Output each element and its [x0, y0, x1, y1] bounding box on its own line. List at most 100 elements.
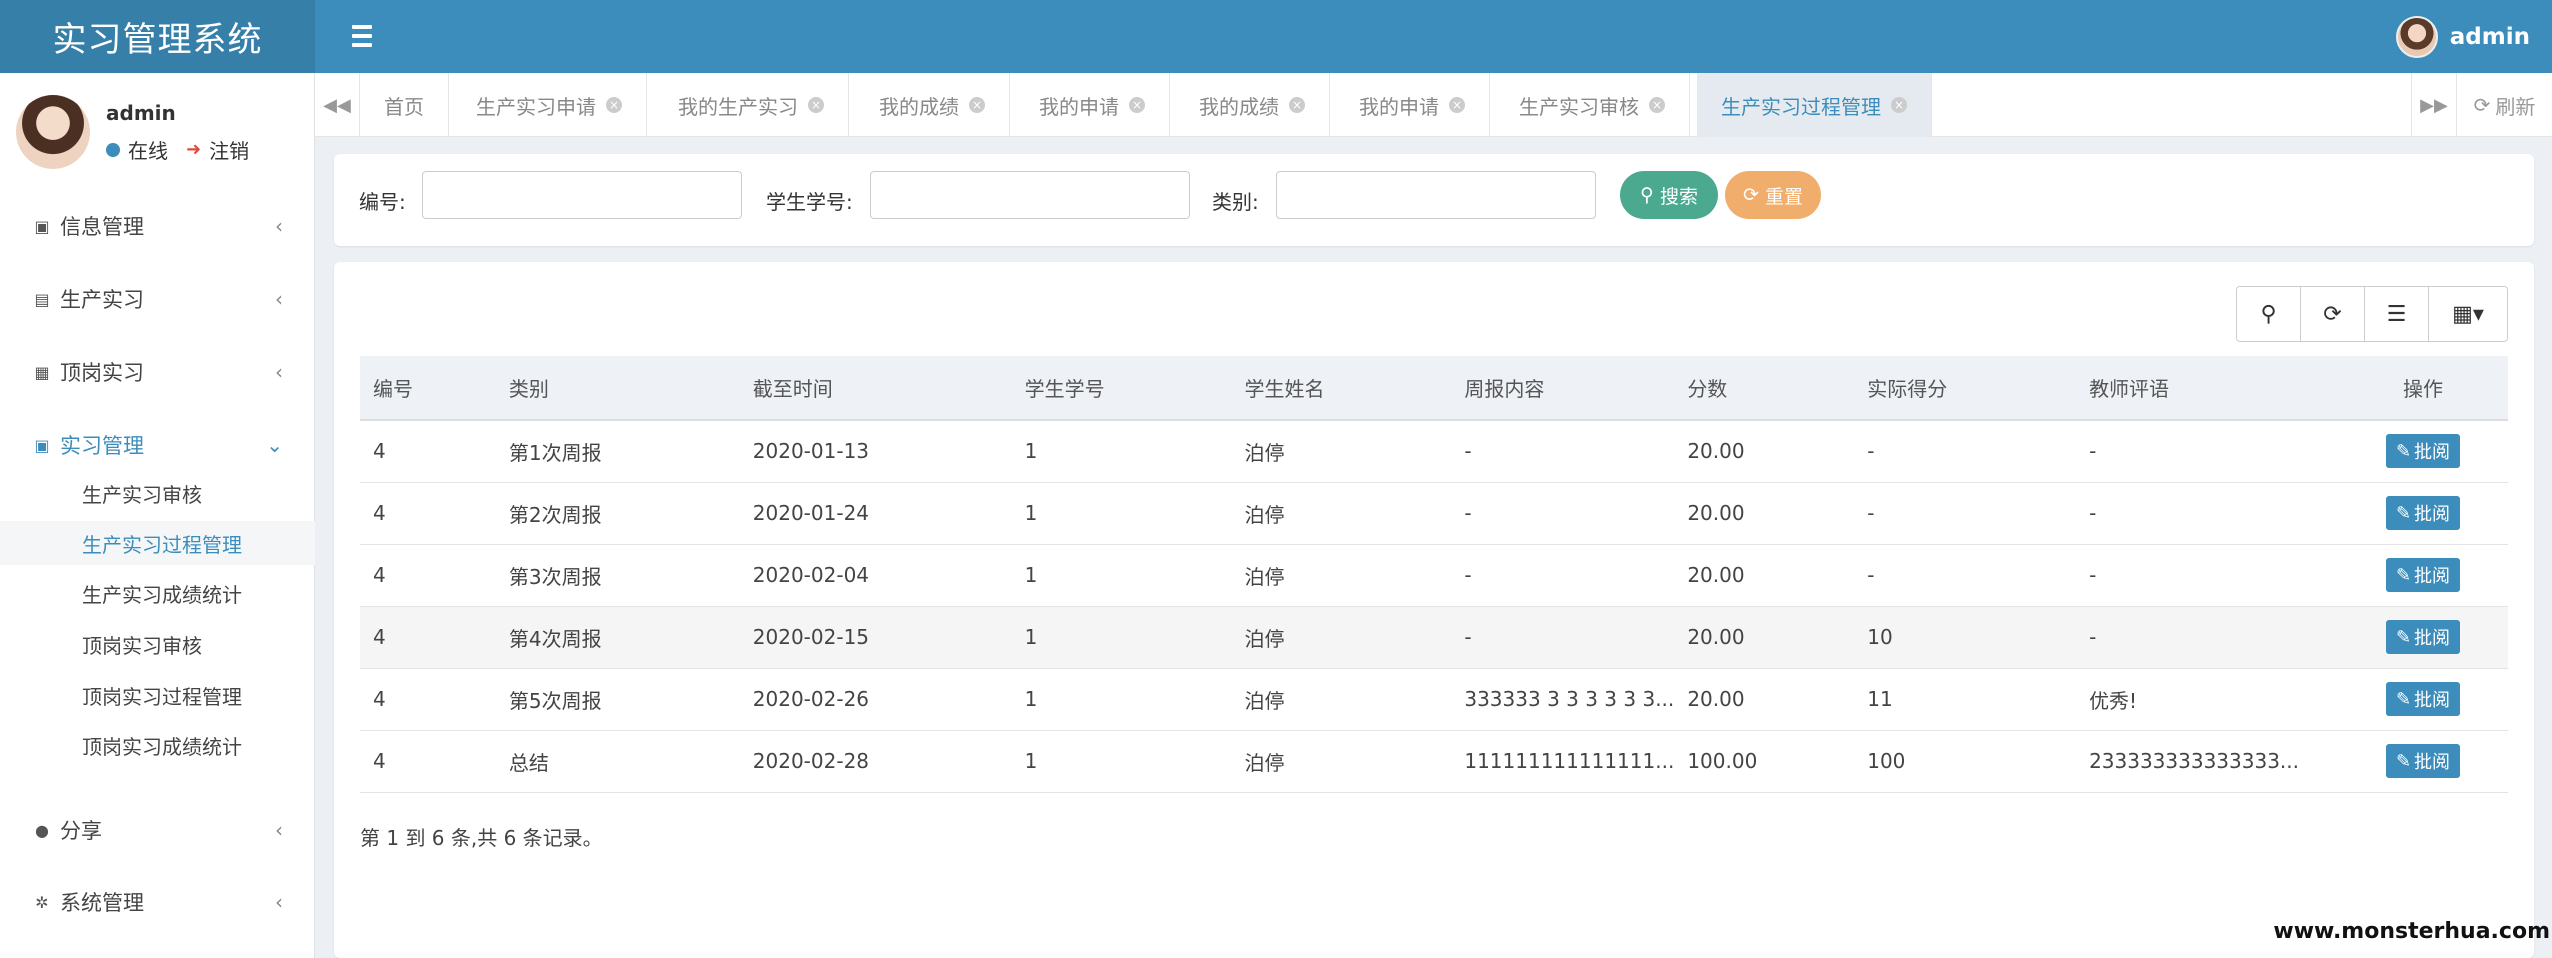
tab-label: 我的生产实习 — [678, 94, 798, 119]
submenu-item-active[interactable]: 生产实习过程管理 — [0, 521, 315, 565]
panel-status: 在线 ➜ 注销 — [106, 135, 249, 164]
table-cell: 第1次周报 — [495, 420, 740, 483]
table-cell: 2020-01-24 — [739, 482, 1012, 545]
column-header[interactable]: 类别 — [495, 356, 740, 421]
edit-icon: ✎ — [2395, 688, 2412, 710]
table-row: 4 第1次周报 2020-01-13 1 泊停 -20.00- - ✎ 批阅 — [360, 420, 2508, 483]
submenu-item[interactable]: 顶岗实习审核 — [0, 622, 315, 666]
table-cell: 泊停 — [1231, 668, 1452, 731]
tab-scroll-left-icon[interactable]: ◀◀ — [315, 73, 360, 137]
category-label: 类别: — [1212, 189, 1259, 214]
tab-scroll-right-icon[interactable]: ▶▶ — [2411, 73, 2456, 137]
avatar — [16, 95, 90, 169]
sidebar-item-label: 顶岗实习 — [60, 361, 144, 385]
close-icon[interactable]: × — [606, 97, 622, 113]
column-header[interactable]: 学生学号 — [1011, 356, 1232, 421]
column-header[interactable]: 分数 — [1674, 356, 1855, 421]
review-button[interactable]: ✎ 批阅 — [2385, 496, 2461, 530]
id-badge-icon: ▤ — [34, 289, 50, 309]
app-logo-title[interactable]: 实习管理系统 — [0, 0, 315, 73]
tab-item[interactable]: 我的申请 × — [1015, 73, 1170, 137]
submenu-item[interactable]: 生产实习成绩统计 — [0, 571, 315, 615]
column-header[interactable]: 学生姓名 — [1231, 356, 1452, 421]
sidebar-item-production[interactable]: ▤ 生产实习 ‹ — [0, 274, 315, 324]
close-icon[interactable]: × — [969, 97, 985, 113]
table-cell: 第5次周报 — [495, 668, 740, 731]
table-cell: 20.00 — [1674, 544, 1855, 607]
column-header[interactable]: 实际得分 — [1854, 356, 2077, 421]
tab-item[interactable]: 生产实习申请 × — [452, 73, 647, 137]
logout-icon[interactable]: ➜ — [186, 139, 201, 160]
sidebar-item-internship-mgmt[interactable]: ▣ 实习管理 ⌄ — [0, 420, 315, 470]
sidebar-item-share[interactable]: ● 分享 ‹ — [0, 805, 315, 855]
columns-button[interactable]: ▦▾ — [2429, 287, 2507, 341]
student-no-input[interactable] — [870, 171, 1190, 219]
tabs-bar: ◀◀ 首页 生产实习申请 × 我的生产实习 × 我的成绩 × 我的申请 × 我的成绩 × … — [315, 73, 2552, 137]
close-icon[interactable]: × — [1649, 97, 1665, 113]
review-button[interactable]: ✎ 批阅 — [2385, 620, 2461, 654]
tab-item[interactable]: 我的成绩 × — [855, 73, 1010, 137]
refresh-table-button[interactable]: ⟳ — [2301, 287, 2365, 341]
panel-user-name: admin — [106, 101, 176, 125]
search-toggle-button[interactable]: ⚲ — [2237, 287, 2301, 341]
sidebar-item-system[interactable]: ✲ 系统管理 ‹ — [0, 877, 315, 927]
review-button[interactable]: ✎ 批阅 — [2385, 744, 2461, 778]
id-input[interactable] — [422, 171, 742, 219]
table-panel: ⚲ ⟳ ☰ ▦▾ 编号 类别 截至时间 学生学号 学生姓名 周报内容 分数 实际得分 教师评语操… — [334, 262, 2534, 958]
submenu-item[interactable]: 顶岗实习成绩统计 — [0, 723, 315, 767]
tab-label: 我的申请 — [1039, 94, 1119, 119]
close-icon[interactable]: × — [1129, 97, 1145, 113]
reset-button[interactable]: ⟳ 重置 — [1725, 171, 1821, 219]
submenu-item[interactable]: 生产实习审核 — [0, 471, 315, 515]
tab-item[interactable]: 我的申请 × — [1335, 73, 1490, 137]
table-cell: 1 — [1011, 544, 1232, 607]
column-header[interactable]: 周报内容 — [1451, 356, 1675, 421]
tab-label: 生产实习审核 — [1519, 94, 1639, 119]
column-header[interactable]: 教师评语 — [2076, 356, 2339, 421]
user-menu[interactable]: admin — [2395, 16, 2530, 58]
close-icon[interactable]: × — [1449, 97, 1465, 113]
tab-active[interactable]: 生产实习过程管理 × — [1697, 73, 1932, 137]
close-icon[interactable]: × — [1891, 97, 1907, 113]
table-cell: - — [2076, 606, 2339, 669]
table-cell-actions: ✎ 批阅 — [2338, 482, 2508, 545]
toggle-view-button[interactable]: ☰ — [2365, 287, 2429, 341]
refresh-button[interactable]: ⟳ 刷新 — [2456, 73, 2552, 137]
review-button[interactable]: ✎ 批阅 — [2385, 434, 2461, 469]
column-header[interactable]: 操作 — [2338, 356, 2508, 421]
edit-icon: ✎ — [2395, 502, 2412, 524]
data-table: 编号 类别 截至时间 学生学号 学生姓名 周报内容 分数 实际得分 教师评语 操作 4 第1次周报 2… — [360, 356, 2508, 793]
tab-item[interactable]: 我的生产实习 × — [654, 73, 849, 137]
tab-item[interactable]: 我的成绩 × — [1175, 73, 1330, 137]
sidebar-item-info[interactable]: ▣ 信息管理 ‹ — [0, 201, 315, 251]
chevron-left-icon: ‹ — [275, 214, 283, 238]
search-button[interactable]: ⚲ 搜索 — [1620, 171, 1718, 219]
category-input[interactable] — [1276, 171, 1596, 219]
sidebar-item-post[interactable]: ▦ 顶岗实习 ‹ — [0, 347, 315, 397]
tab-home[interactable]: 首页 — [360, 73, 449, 137]
table-toolbar: ⚲ ⟳ ☰ ▦▾ — [2236, 286, 2508, 342]
sidebar-item-label: 生产实习 — [60, 288, 144, 312]
search-button-label: 搜索 — [1659, 185, 1698, 208]
tab-item[interactable]: 生产实习审核 × — [1495, 73, 1690, 137]
table-cell: 2020-02-04 — [739, 544, 1012, 607]
column-header[interactable]: 截至时间 — [739, 356, 1012, 421]
top-header: 实习管理系统 admin — [0, 0, 2552, 73]
review-button-label: 批阅 — [2414, 442, 2451, 464]
user-name: admin — [2449, 24, 2530, 50]
review-button-label: 批阅 — [2414, 690, 2451, 711]
review-button[interactable]: ✎ 批阅 — [2385, 682, 2461, 716]
comment-icon: ● — [35, 820, 49, 840]
sidebar-toggle-icon[interactable] — [352, 21, 380, 51]
submenu-item[interactable]: 顶岗实习过程管理 — [0, 673, 315, 717]
logout-link[interactable]: 注销 — [209, 135, 249, 164]
table-cell-actions: ✎ 批阅 — [2338, 606, 2508, 669]
review-button[interactable]: ✎ 批阅 — [2385, 558, 2461, 592]
search-icon: ⚲ — [1640, 184, 1654, 206]
table-row: 4 第4次周报 2020-02-15 1 泊停 -20.00 10- ✎ 批阅 — [360, 606, 2508, 669]
column-header[interactable]: 编号 — [360, 356, 496, 421]
vcard-icon: ▣ — [34, 435, 50, 455]
close-icon[interactable]: × — [808, 97, 824, 113]
close-icon[interactable]: × — [1289, 97, 1305, 113]
table-cell: 泊停 — [1231, 606, 1452, 669]
